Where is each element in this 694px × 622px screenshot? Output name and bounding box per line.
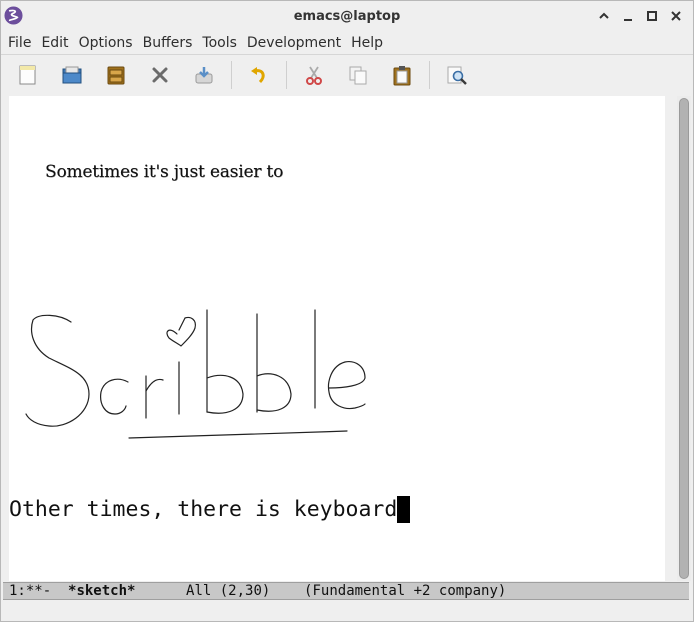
open-folder-icon [62, 66, 82, 84]
toolbar [1, 56, 693, 94]
open-directory-button[interactable] [99, 58, 133, 92]
modeline-gap [270, 583, 304, 599]
text-cursor [397, 495, 411, 523]
minimize-icon [624, 19, 632, 21]
search-icon [447, 66, 467, 85]
menu-options[interactable]: Options [74, 32, 138, 54]
shade-button[interactable] [595, 7, 613, 25]
menu-file[interactable]: File [3, 32, 36, 54]
title-bar[interactable]: emacs@laptop [1, 1, 693, 31]
right-fringe [665, 96, 677, 581]
save-button[interactable] [187, 58, 221, 92]
copy-icon [349, 66, 367, 85]
new-file-button[interactable] [11, 58, 45, 92]
maximize-button[interactable] [643, 7, 661, 25]
menu-tools[interactable]: Tools [197, 32, 242, 54]
menu-edit[interactable]: Edit [36, 32, 73, 54]
menu-buffers[interactable]: Buffers [138, 32, 198, 54]
emacs-logo-icon [4, 6, 23, 25]
cut-icon [306, 66, 322, 85]
minimize-button[interactable] [619, 7, 637, 25]
copy-button[interactable] [341, 58, 375, 92]
cut-button[interactable] [297, 58, 331, 92]
chevron-up-icon [599, 12, 609, 19]
maximize-icon [647, 11, 657, 21]
menu-development[interactable]: Development [242, 32, 346, 54]
save-icon [195, 67, 213, 84]
close-icon [152, 67, 168, 83]
major-minor-modes[interactable]: (Fundamental +2 company) [304, 583, 506, 599]
paste-icon [393, 66, 411, 86]
undo-icon [251, 67, 265, 84]
undo-button[interactable] [242, 58, 276, 92]
search-button[interactable] [440, 58, 474, 92]
emacs-window: emacs@laptop File Edit Options Buffers T… [0, 0, 694, 622]
toolbar-separator [286, 61, 287, 89]
window-controls [595, 7, 685, 25]
minibuffer[interactable] [1, 601, 693, 621]
vertical-scrollbar[interactable] [677, 96, 691, 581]
toolbar-separator [429, 61, 430, 89]
open-directory-icon [107, 66, 125, 85]
window-title: emacs@laptop [293, 8, 401, 24]
buffer-status: 1:**- [9, 583, 69, 599]
close-buffer-button[interactable] [143, 58, 177, 92]
cursor-position: All (2,30) [186, 583, 271, 599]
rendered-text-line: Sometimes it's just easier to [45, 162, 284, 182]
editor-buffer[interactable]: Sometimes it's just easier to Other time… [9, 96, 665, 581]
typed-text: Other times, there is keyboard [9, 496, 398, 522]
open-file-button[interactable] [55, 58, 89, 92]
menu-bar: File Edit Options Buffers Tools Developm… [1, 31, 693, 55]
paste-button[interactable] [385, 58, 419, 92]
close-window-button[interactable] [667, 7, 685, 25]
menu-help[interactable]: Help [346, 32, 388, 54]
new-file-icon [19, 65, 36, 85]
modeline-gap [135, 583, 186, 599]
buffer-text-line: Other times, there is keyboard [9, 495, 411, 523]
toolbar-separator [231, 61, 232, 89]
mode-line[interactable]: 1:**- *sketch* All (2,30) (Fundamental +… [3, 582, 689, 600]
scribble-drawing [25, 309, 366, 439]
scrollbar-thumb[interactable] [679, 98, 689, 579]
close-icon [671, 11, 681, 21]
buffer-name[interactable]: *sketch* [68, 583, 135, 599]
